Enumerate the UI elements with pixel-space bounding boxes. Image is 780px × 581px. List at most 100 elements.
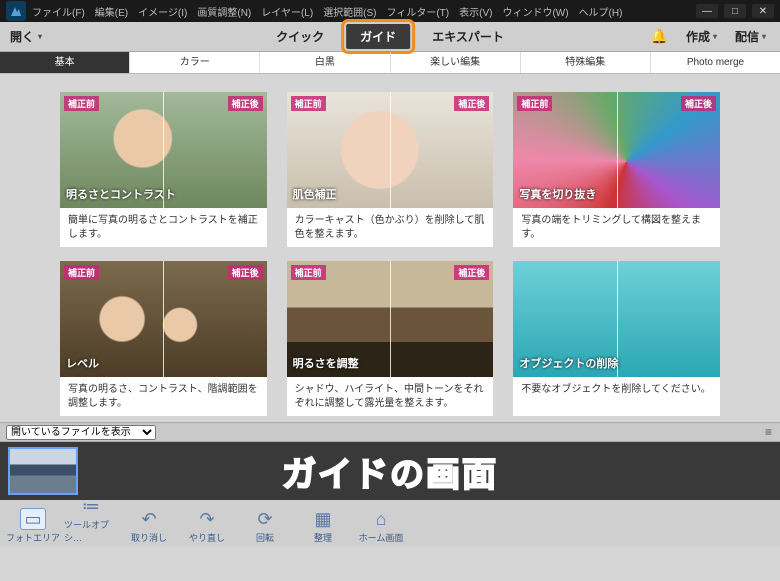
photo-area-button[interactable]: ▭ フォトエリア xyxy=(6,509,60,544)
card-title: 写真を切り抜き xyxy=(519,186,596,202)
split-line xyxy=(390,92,391,208)
tool-options-button[interactable]: ≔ ツールオプシ… xyxy=(64,496,118,544)
before-tag: 補正前 xyxy=(64,96,99,111)
menu-select[interactable]: 選択範囲(S) xyxy=(323,4,376,19)
create-label: 作成 xyxy=(686,28,710,45)
photo-bin: ガイドの画面 xyxy=(0,442,780,500)
menu-filter[interactable]: フィルター(T) xyxy=(387,4,450,19)
organize-button[interactable]: ▦ 整理 xyxy=(296,509,350,544)
card-skin-tone[interactable]: 補正前 補正後 肌色補正 カラーキャスト（色かぶり）を削除して肌色を整えます。 xyxy=(287,92,494,247)
mode-tabs: クイック ガイド エキスパート xyxy=(276,24,504,49)
cat-fun[interactable]: 楽しい編集 xyxy=(391,52,521,73)
card-lighten[interactable]: 補正前 補正後 明るさを調整 シャドウ、ハイライト、中間トーンをそれぞれに調整し… xyxy=(287,261,494,416)
rotate-icon: ⟳ xyxy=(253,509,277,529)
card-desc: シャドウ、ハイライト、中間トーンをそれぞれに調整して露光量を整えます。 xyxy=(287,377,494,416)
card-grid: 補正前 補正後 明るさとコントラスト 簡単に写真の明るさとコントラストを補正しま… xyxy=(60,92,720,416)
panel-menu-icon[interactable]: ≡ xyxy=(765,425,772,439)
card-thumb: 補正前 補正後 明るさを調整 xyxy=(287,261,494,377)
card-title: オブジェクトの削除 xyxy=(519,355,618,371)
open-label: 開く xyxy=(10,28,34,45)
btn-label: フォトエリア xyxy=(6,531,60,544)
after-tag: 補正後 xyxy=(228,265,263,280)
tab-guide[interactable]: ガイド xyxy=(346,24,410,49)
split-line xyxy=(163,261,164,377)
photo-icon: ▭ xyxy=(21,509,45,529)
split-line xyxy=(390,261,391,377)
menu-image[interactable]: イメージ(I) xyxy=(138,4,187,19)
before-tag: 補正前 xyxy=(517,96,552,111)
overlay-caption: ガイドの画面 xyxy=(282,447,498,496)
card-thumb: 補正前 補正後 明るさとコントラスト xyxy=(60,92,267,208)
card-levels[interactable]: 補正前 補正後 レベル 写真の明るさ、コントラスト、階調範囲を調整します。 xyxy=(60,261,267,416)
card-title: 明るさとコントラスト xyxy=(66,186,176,202)
toolbar-right: 🔔 作成▾ 配信▾ xyxy=(651,28,780,45)
chevron-down-icon: ▾ xyxy=(38,32,42,41)
toolbar: 開く ▾ クイック ガイド エキスパート 🔔 作成▾ 配信▾ xyxy=(0,22,780,52)
menu-bar: ファイル(F) 編集(E) イメージ(I) 画質調整(N) レイヤー(L) 選択… xyxy=(32,4,622,19)
card-title: 明るさを調整 xyxy=(293,355,359,371)
after-tag: 補正後 xyxy=(454,96,489,111)
card-thumb: 補正前 補正後 肌色補正 xyxy=(287,92,494,208)
title-bar: ファイル(F) 編集(E) イメージ(I) 画質調整(N) レイヤー(L) 選択… xyxy=(0,0,780,22)
tab-expert[interactable]: エキスパート xyxy=(432,28,504,45)
menu-view[interactable]: 表示(V) xyxy=(459,4,492,19)
close-button[interactable]: ✕ xyxy=(752,4,774,18)
card-title: レベル xyxy=(66,355,99,371)
create-button[interactable]: 作成▾ xyxy=(686,28,717,45)
btn-label: 回転 xyxy=(256,531,274,544)
cat-bw[interactable]: 白黒 xyxy=(260,52,390,73)
chevron-down-icon: ▾ xyxy=(762,32,766,41)
card-desc: 写真の端をトリミングして構図を整えます。 xyxy=(513,208,720,247)
card-desc: カラーキャスト（色かぶり）を削除して肌色を整えます。 xyxy=(287,208,494,247)
bottom-toolbar: ▭ フォトエリア ≔ ツールオプシ… ↶ 取り消し ↷ やり直し ⟳ 回転 ▦ … xyxy=(0,500,780,546)
after-tag: 補正後 xyxy=(454,265,489,280)
redo-button[interactable]: ↷ やり直し xyxy=(180,509,234,544)
chevron-down-icon: ▾ xyxy=(713,32,717,41)
minimize-button[interactable]: — xyxy=(696,4,718,18)
menu-file[interactable]: ファイル(F) xyxy=(32,4,85,19)
open-file-thumb[interactable] xyxy=(10,449,76,493)
open-button[interactable]: 開く ▾ xyxy=(10,28,42,45)
btn-label: 取り消し xyxy=(131,531,167,544)
card-desc: 不要なオブジェクトを削除してください。 xyxy=(513,377,720,413)
btn-label: 整理 xyxy=(314,531,332,544)
card-thumb: 補正前 補正後 レベル xyxy=(60,261,267,377)
card-desc: 写真の明るさ、コントラスト、階調範囲を調整します。 xyxy=(60,377,267,416)
card-thumb: 補正前 補正後 写真を切り抜き xyxy=(513,92,720,208)
undo-button[interactable]: ↶ 取り消し xyxy=(122,509,176,544)
menu-layer[interactable]: レイヤー(L) xyxy=(261,4,313,19)
card-title: 肌色補正 xyxy=(293,186,337,202)
before-tag: 補正前 xyxy=(291,265,326,280)
menu-window[interactable]: ウィンドウ(W) xyxy=(502,4,568,19)
card-desc: 簡単に写真の明るさとコントラストを補正します。 xyxy=(60,208,267,247)
app-logo xyxy=(6,1,26,21)
btn-label: やり直し xyxy=(189,531,225,544)
btn-label: ツールオプシ… xyxy=(64,518,118,544)
open-files-dropdown[interactable]: 開いているファイルを表示 xyxy=(6,425,156,440)
grid-icon: ▦ xyxy=(311,509,335,529)
bell-icon[interactable]: 🔔 xyxy=(651,28,668,45)
card-brightness-contrast[interactable]: 補正前 補正後 明るさとコントラスト 簡単に写真の明るさとコントラストを補正しま… xyxy=(60,92,267,247)
menu-help[interactable]: ヘルプ(H) xyxy=(579,4,623,19)
rotate-button[interactable]: ⟳ 回転 xyxy=(238,509,292,544)
cat-basic[interactable]: 基本 xyxy=(0,52,130,73)
cat-color[interactable]: カラー xyxy=(130,52,260,73)
share-button[interactable]: 配信▾ xyxy=(735,28,766,45)
share-label: 配信 xyxy=(735,28,759,45)
home-button[interactable]: ⌂ ホーム画面 xyxy=(354,509,408,544)
tab-quick[interactable]: クイック xyxy=(276,28,324,45)
card-crop[interactable]: 補正前 補正後 写真を切り抜き 写真の端をトリミングして構図を整えます。 xyxy=(513,92,720,247)
cat-photomerge[interactable]: Photo merge xyxy=(651,52,780,73)
card-remove-object[interactable]: オブジェクトの削除 不要なオブジェクトを削除してください。 xyxy=(513,261,720,416)
home-icon: ⌂ xyxy=(369,509,393,529)
before-tag: 補正前 xyxy=(64,265,99,280)
cat-special[interactable]: 特殊編集 xyxy=(521,52,651,73)
maximize-button[interactable]: □ xyxy=(724,4,746,18)
after-tag: 補正後 xyxy=(681,96,716,111)
card-thumb: オブジェクトの削除 xyxy=(513,261,720,377)
window-controls: — □ ✕ xyxy=(696,4,780,18)
undo-icon: ↶ xyxy=(137,509,161,529)
menu-edit[interactable]: 編集(E) xyxy=(95,4,128,19)
menu-enhance[interactable]: 画質調整(N) xyxy=(197,4,251,19)
after-tag: 補正後 xyxy=(228,96,263,111)
